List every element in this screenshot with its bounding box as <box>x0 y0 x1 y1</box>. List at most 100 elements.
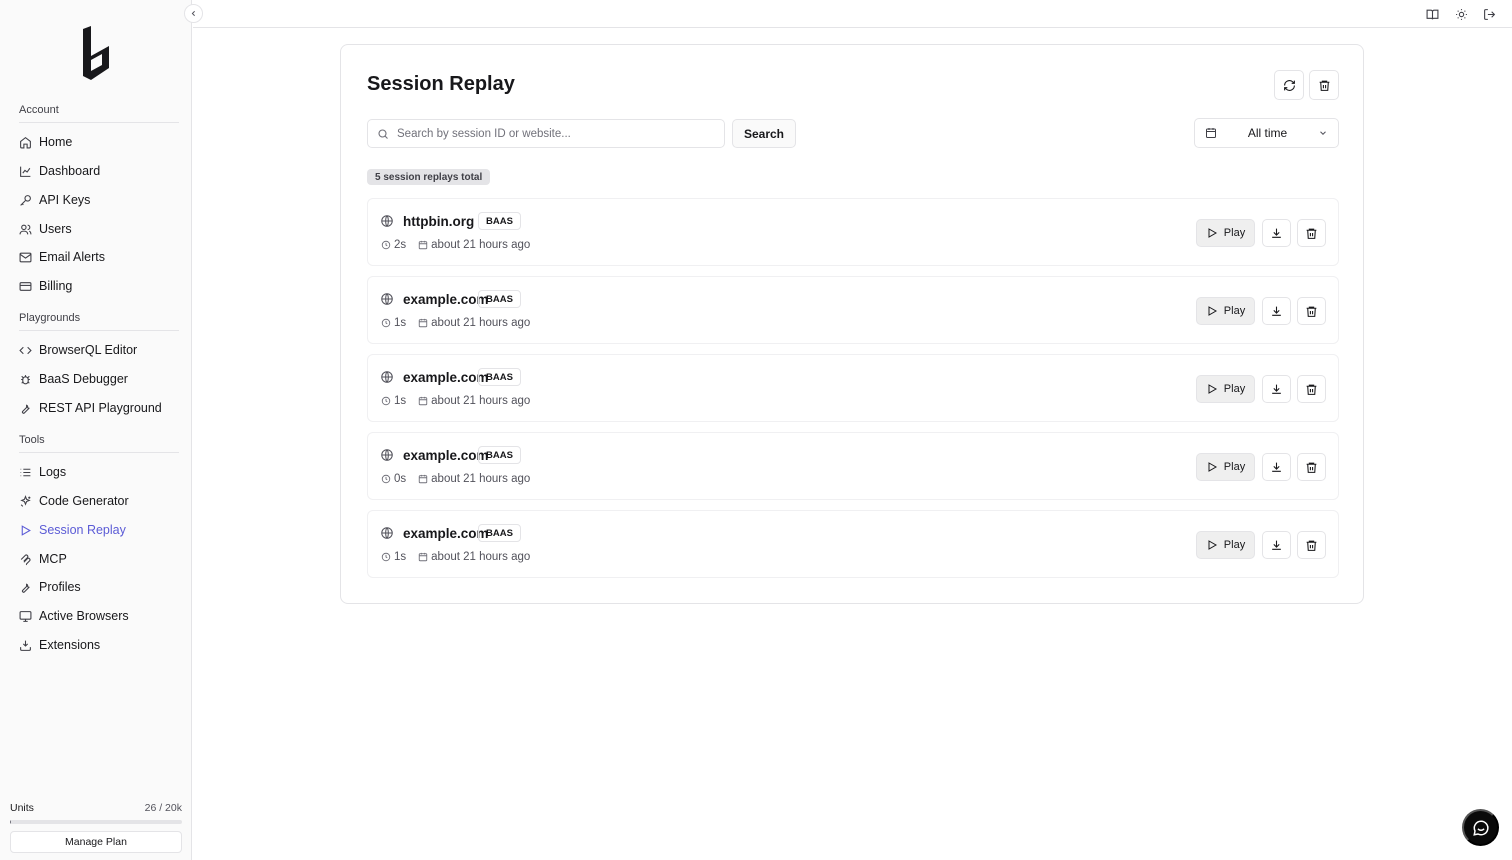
wrench-icon <box>18 401 32 415</box>
sidebar-item-rest-api-playground[interactable]: REST API Playground <box>18 397 162 419</box>
download-button[interactable] <box>1262 297 1291 325</box>
sun-icon[interactable] <box>1453 6 1469 22</box>
book-icon[interactable] <box>1424 6 1440 22</box>
units-label: Units <box>10 802 34 814</box>
mcp-icon <box>18 552 32 566</box>
home-icon <box>18 135 32 149</box>
session-row: example.com BAAS 1s about 21 hours ago Play <box>367 510 1339 578</box>
sidebar-item-baas-debugger[interactable]: BaaS Debugger <box>18 368 128 390</box>
sidebar-item-label: MCP <box>39 552 67 566</box>
sidebar-item-billing[interactable]: Billing <box>18 275 72 297</box>
search-button[interactable]: Search <box>732 119 796 148</box>
clock-icon <box>381 552 391 562</box>
session-duration: 1s <box>394 551 407 563</box>
download-button[interactable] <box>1262 531 1291 559</box>
sidebar-item-active-browsers[interactable]: Active Browsers <box>18 605 129 627</box>
sidebar-item-mcp[interactable]: MCP <box>18 548 67 570</box>
collapse-sidebar-button[interactable] <box>184 4 203 23</box>
download-icon <box>1270 383 1283 396</box>
manage-plan-button[interactable]: Manage Plan <box>10 831 182 853</box>
delete-button[interactable] <box>1297 219 1326 247</box>
logout-icon[interactable] <box>1481 6 1497 22</box>
trash-icon <box>1305 305 1318 318</box>
session-meta: 1s about 21 hours ago <box>381 395 530 407</box>
units-progress-bar <box>10 820 182 824</box>
session-duration: 0s <box>394 473 407 485</box>
sidebar-item-label: Session Replay <box>39 523 126 537</box>
extension-icon <box>18 638 32 652</box>
session-duration: 1s <box>394 317 407 329</box>
sidebar-item-code-generator[interactable]: Code Generator <box>18 490 129 512</box>
session-website: example.com <box>403 292 489 307</box>
delete-button[interactable] <box>1297 453 1326 481</box>
sidebar-item-label: REST API Playground <box>39 401 162 415</box>
sidebar-item-api-keys[interactable]: API Keys <box>18 189 90 211</box>
search-input[interactable] <box>397 127 697 140</box>
sidebar-item-session-replay[interactable]: Session Replay <box>18 519 126 541</box>
download-icon <box>1270 227 1283 240</box>
download-button[interactable] <box>1262 219 1291 247</box>
sidebar-item-browserql-editor[interactable]: BrowserQL Editor <box>18 339 137 361</box>
chart-line-icon <box>18 164 32 178</box>
play-icon <box>1206 305 1224 317</box>
globe-icon <box>380 292 394 306</box>
session-row: httpbin.org BAAS 2s about 21 hours ago Play <box>367 198 1339 266</box>
sidebar-item-dashboard[interactable]: Dashboard <box>18 160 100 182</box>
play-button[interactable]: Play <box>1196 375 1255 403</box>
sidebar-item-label: Extensions <box>39 638 101 652</box>
code-icon <box>18 343 32 357</box>
clock-icon <box>381 240 391 250</box>
chat-support-button[interactable] <box>1462 809 1499 846</box>
sidebar-item-email-alerts[interactable]: Email Alerts <box>18 246 105 268</box>
sidebar-item-label: Dashboard <box>39 164 101 178</box>
session-website: example.com <box>403 370 489 385</box>
trash-icon <box>1305 539 1318 552</box>
trash-icon <box>1305 461 1318 474</box>
section-account: Account <box>19 104 179 123</box>
sidebar-item-extensions[interactable]: Extensions <box>18 634 100 656</box>
refresh-button[interactable] <box>1274 70 1304 100</box>
sidebar-item-label: Logs <box>39 465 67 479</box>
trash-icon <box>1318 79 1331 92</box>
credit-card-icon <box>18 279 32 293</box>
delete-button[interactable] <box>1297 375 1326 403</box>
download-icon <box>1270 461 1283 474</box>
session-timestamp: about 21 hours ago <box>431 473 531 485</box>
session-type-badge: BAAS <box>478 290 521 308</box>
globe-icon <box>380 526 394 540</box>
mail-icon <box>18 250 32 264</box>
session-website: httpbin.org <box>403 214 475 229</box>
chevron-down-icon <box>1318 128 1328 138</box>
sidebar-item-label: Profiles <box>39 580 81 594</box>
play-button[interactable]: Play <box>1196 531 1255 559</box>
sidebar-item-logs[interactable]: Logs <box>18 461 66 483</box>
session-website: example.com <box>403 448 489 463</box>
search-field[interactable] <box>367 119 725 148</box>
play-button[interactable]: Play <box>1196 297 1255 325</box>
sidebar-item-home[interactable]: Home <box>18 131 72 153</box>
sidebar-item-label: BrowserQL Editor <box>39 343 138 357</box>
sidebar-item-label: API Keys <box>39 193 91 207</box>
sidebar-item-profiles[interactable]: Profiles <box>18 576 81 598</box>
sidebar-item-label: Billing <box>39 279 73 293</box>
delete-button[interactable] <box>1297 531 1326 559</box>
play-icon <box>18 523 32 537</box>
time-range-select[interactable]: All time <box>1194 118 1339 148</box>
delete-all-button[interactable] <box>1309 70 1339 100</box>
clock-icon <box>381 474 391 484</box>
delete-button[interactable] <box>1297 297 1326 325</box>
clock-icon <box>381 318 391 328</box>
chat-icon <box>1472 819 1490 837</box>
session-duration: 1s <box>394 395 407 407</box>
download-button[interactable] <box>1262 453 1291 481</box>
session-type-badge: BAAS <box>478 446 521 464</box>
play-button[interactable]: Play <box>1196 453 1255 481</box>
download-button[interactable] <box>1262 375 1291 403</box>
trash-icon <box>1305 227 1318 240</box>
list-icon <box>18 465 32 479</box>
session-timestamp: about 21 hours ago <box>431 395 531 407</box>
play-button[interactable]: Play <box>1196 219 1255 247</box>
trash-icon <box>1305 383 1318 396</box>
sidebar-item-users[interactable]: Users <box>18 218 72 240</box>
globe-icon <box>380 370 394 384</box>
